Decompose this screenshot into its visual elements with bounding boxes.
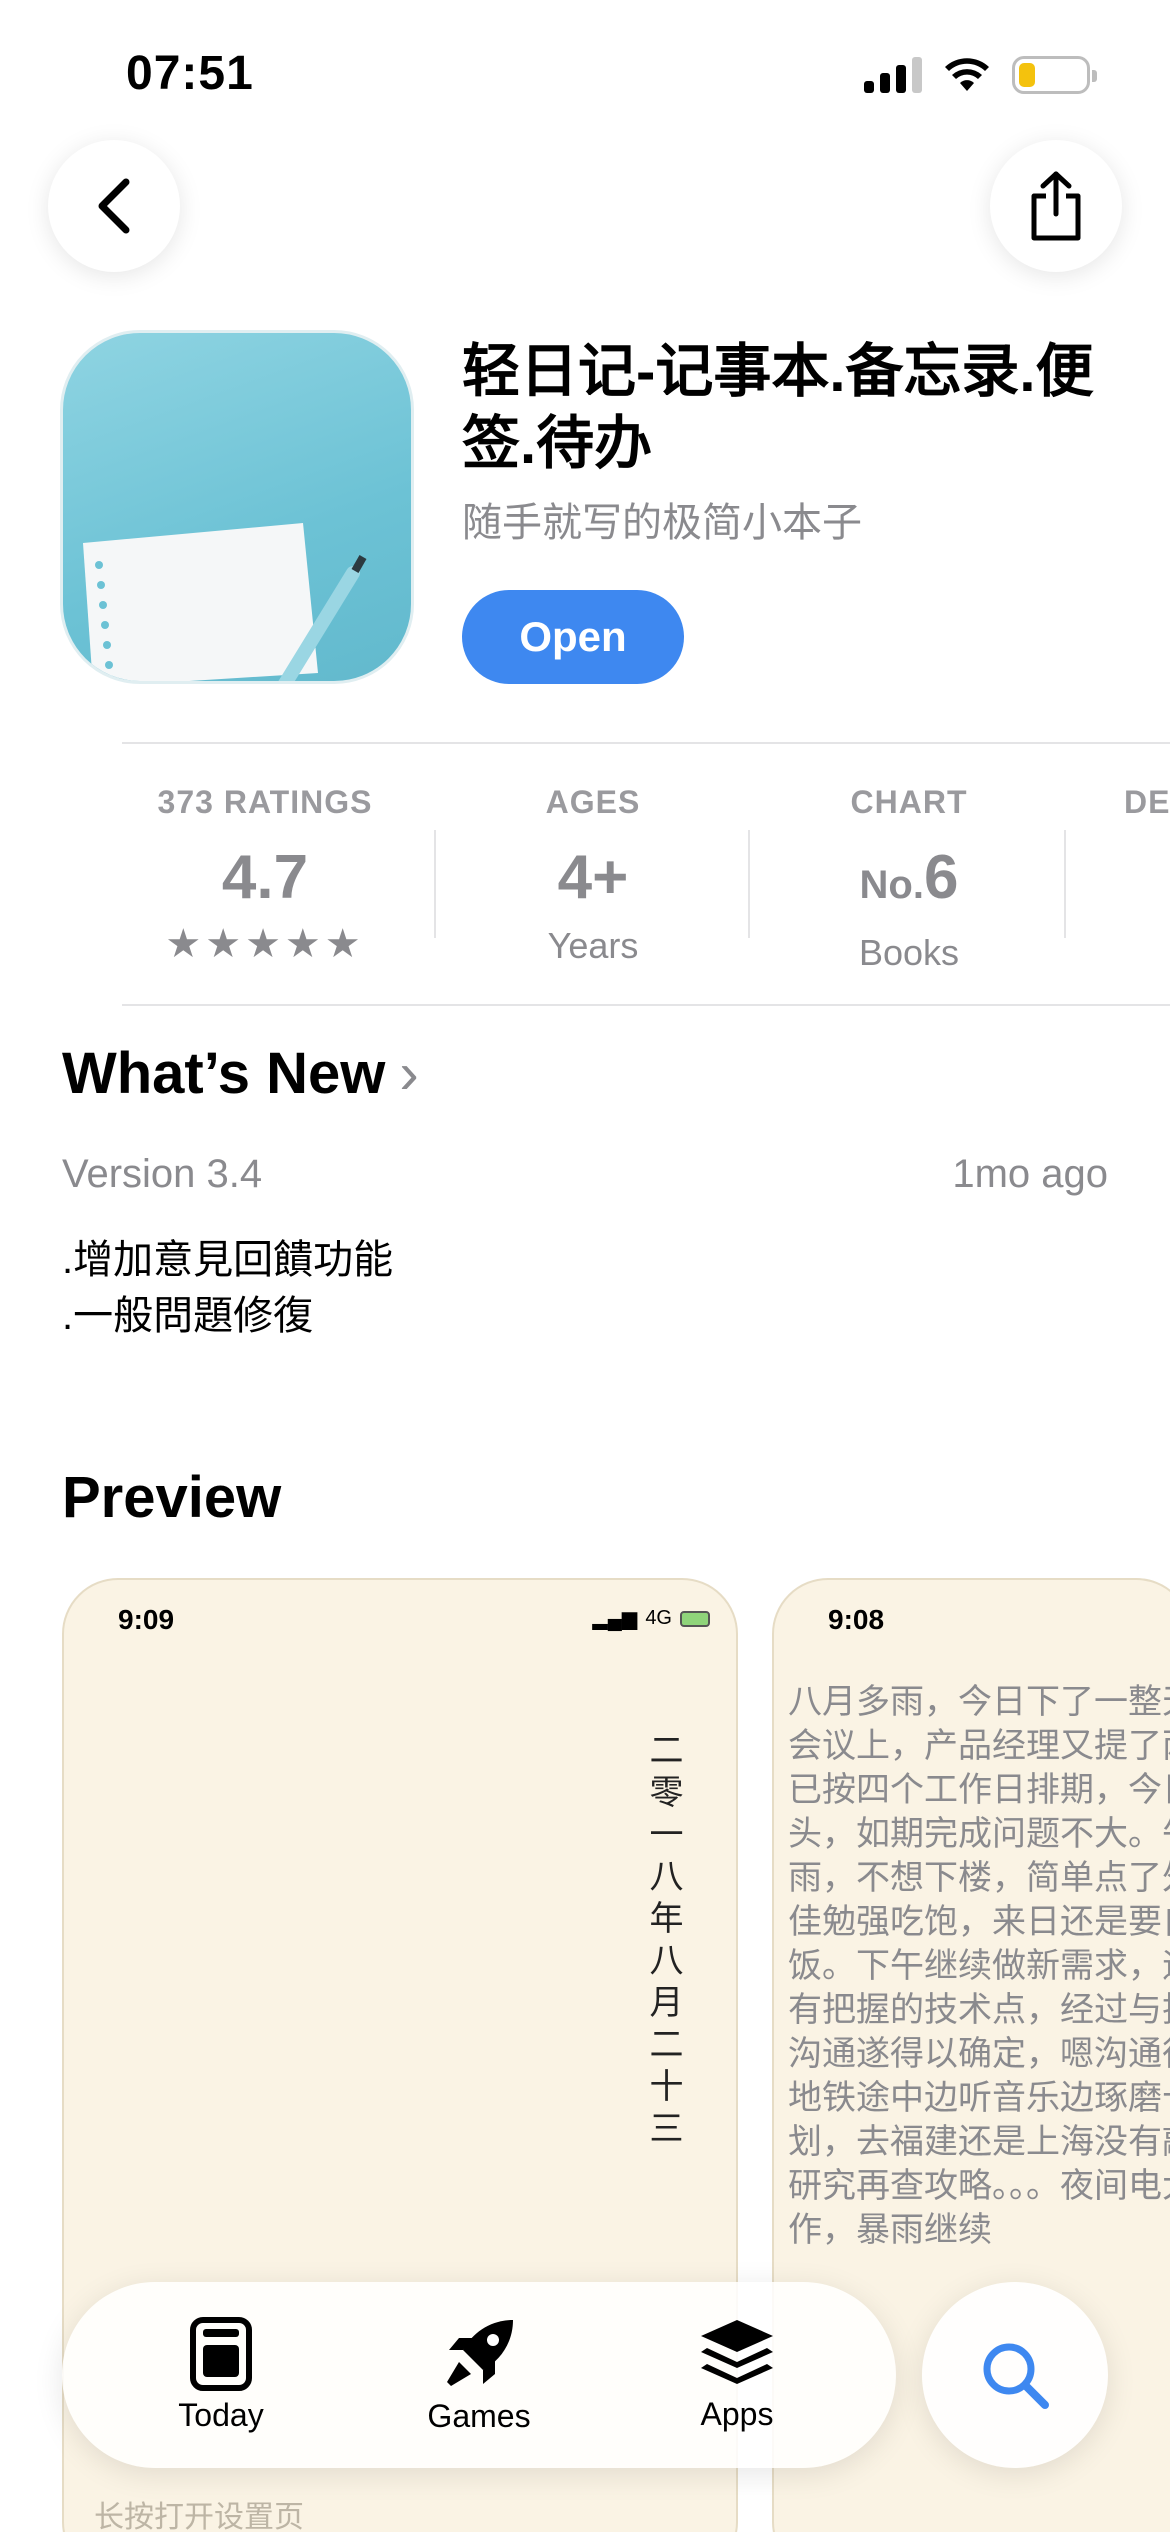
rocket-icon [447, 2319, 513, 2386]
ratings-stat[interactable]: 373 RATINGS 4.7 ★★★★★ [120, 784, 410, 967]
signal-icon: ▂▄▆ [592, 1608, 638, 1630]
tab-today[interactable]: Today [121, 2316, 321, 2434]
release-note: .增加意見回饋功能 [62, 1238, 394, 1282]
search-icon [983, 2343, 1049, 2409]
app-icon [60, 330, 414, 684]
cellular-signal-icon [864, 57, 922, 93]
back-button[interactable] [48, 140, 180, 272]
chart-label: CHART [850, 784, 968, 820]
chart-value: No.6 [764, 843, 1054, 920]
stat-separator [434, 830, 436, 938]
ages-sub: Years [547, 925, 639, 966]
chart-rank: 6 [923, 843, 959, 912]
version-label: Version 3.4 [62, 1152, 263, 1196]
chevron-right-icon: › [399, 1041, 419, 1106]
tab-today-label: Today [178, 2396, 264, 2433]
divider [122, 742, 1170, 744]
tab-games-label: Games [427, 2397, 531, 2434]
stats-row[interactable]: 373 RATINGS 4.7 ★★★★★ AGES 4+ Years CHAR… [0, 760, 1170, 1000]
release-notes: .增加意見回饋功能 .一般問題修復 [62, 1232, 393, 1344]
developer-stat[interactable]: DE [1124, 784, 1170, 821]
status-time: 07:51 [126, 47, 254, 100]
status-bar: 07:51 [0, 0, 1170, 150]
app-title: 轻日记-记事本.备忘录.便签.待办 [462, 339, 1094, 476]
chart-sub: Books [858, 932, 960, 973]
share-icon [1031, 171, 1081, 241]
battery-icon [680, 1610, 710, 1627]
tab-games[interactable]: Games [379, 2316, 579, 2435]
whats-new-title: What’s New [62, 1041, 386, 1106]
wifi-icon [945, 58, 989, 91]
status-icons [864, 56, 1097, 94]
developer-label: DE [1124, 784, 1170, 820]
chart-stat[interactable]: CHART No.6 Books [764, 784, 1054, 974]
tab-apps[interactable]: Apps [637, 2318, 837, 2433]
screenshot-hint: 长按打开设置页 [94, 2501, 304, 2532]
ages-stat[interactable]: AGES 4+ Years [448, 784, 738, 967]
share-button[interactable] [990, 140, 1122, 272]
rating-stars: ★★★★★ [165, 922, 365, 966]
stat-separator [1064, 830, 1066, 938]
vertical-date: 二零一八年八月二十三 [643, 1732, 683, 2152]
whats-new-heading[interactable]: What’s New › [62, 1040, 419, 1107]
preview-title: Preview [62, 1465, 282, 1530]
ages-value: 4+ [557, 843, 629, 912]
stat-separator [748, 830, 750, 938]
screenshot-time: 9:08 [828, 1604, 885, 1635]
open-button[interactable]: Open [462, 590, 684, 684]
network-label: 4G [645, 1607, 672, 1629]
tab-search[interactable] [922, 2282, 1108, 2468]
battery-icon [1012, 56, 1097, 94]
tab-apps-label: Apps [700, 2395, 774, 2432]
screenshot-status: ▂▄▆ 4G [592, 1606, 710, 1631]
chart-prefix: No. [859, 863, 924, 907]
release-note: .一般問題修復 [62, 1294, 314, 1338]
screenshot-time: 9:09 [118, 1604, 175, 1635]
notebook-icon [83, 523, 367, 681]
tab-bar: Today Games Apps [62, 2282, 896, 2468]
stack-icon [701, 2319, 773, 2384]
divider [122, 1004, 1170, 1006]
release-age: 1mo ago [952, 1152, 1108, 1196]
rating-value: 4.7 [221, 843, 309, 912]
today-icon [190, 2316, 252, 2391]
ratings-label: 373 RATINGS [157, 784, 373, 820]
screenshot-body-text: 八月多雨，今日下了一整天会议上，产品经理又提了两已按四个工作日排期，今日头，如期… [788, 1682, 1170, 2250]
app-subtitle: 随手就写的极简小本子 [462, 501, 862, 545]
chevron-left-icon [98, 178, 130, 234]
ages-label: AGES [545, 784, 641, 820]
